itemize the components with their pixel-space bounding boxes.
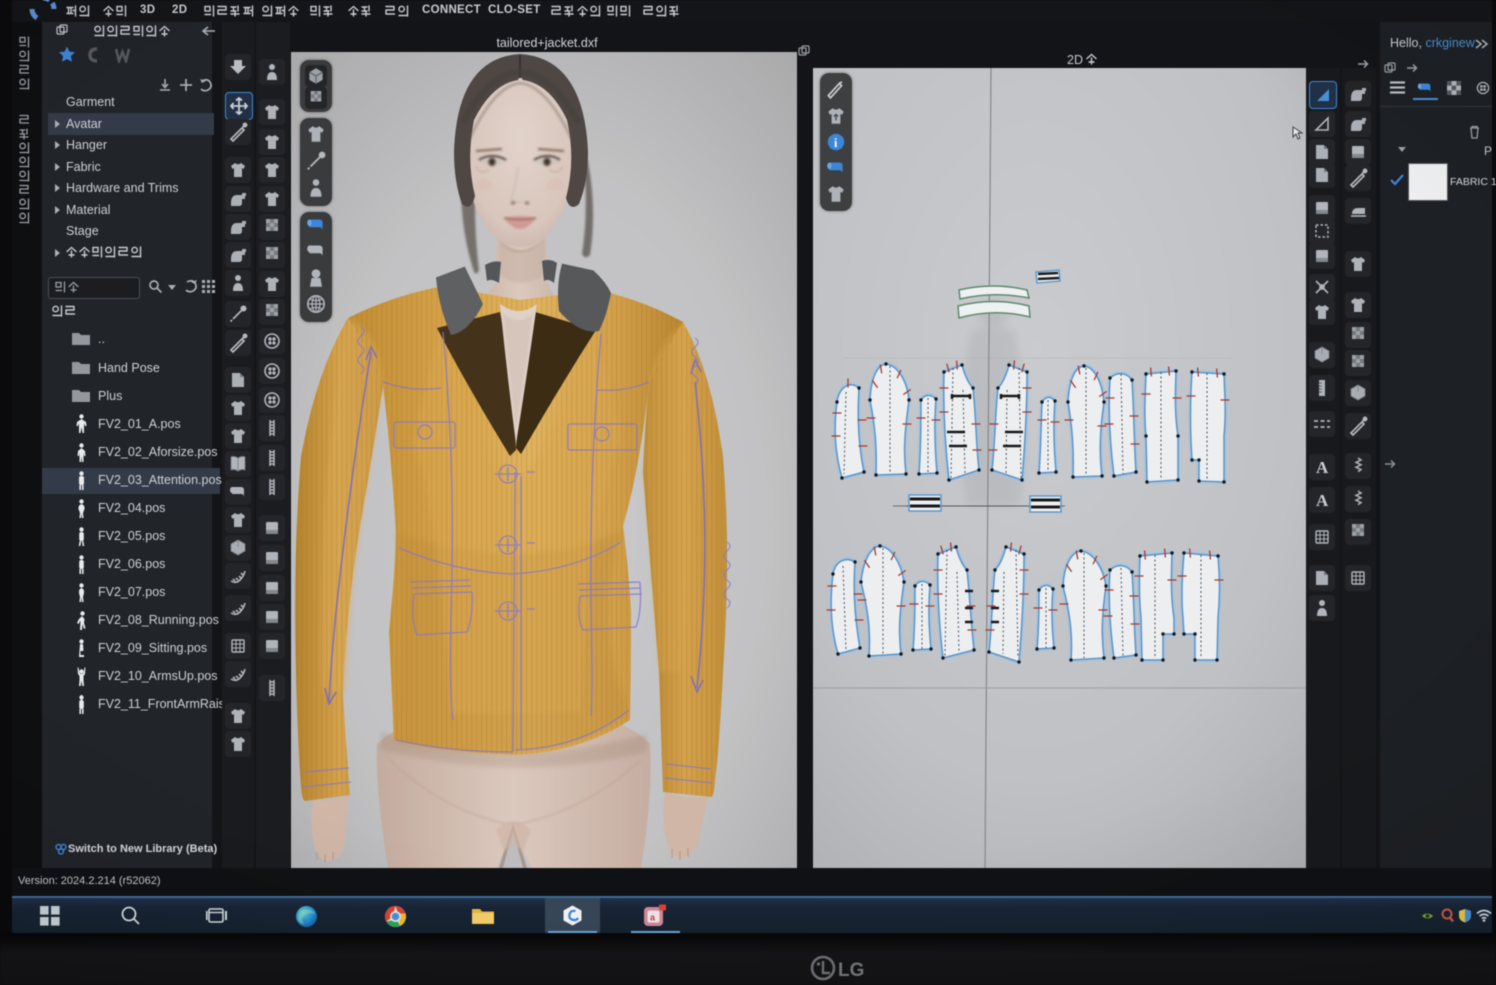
svg-text:LG: LG <box>838 960 864 981</box>
svg-text:i: i <box>834 136 838 150</box>
